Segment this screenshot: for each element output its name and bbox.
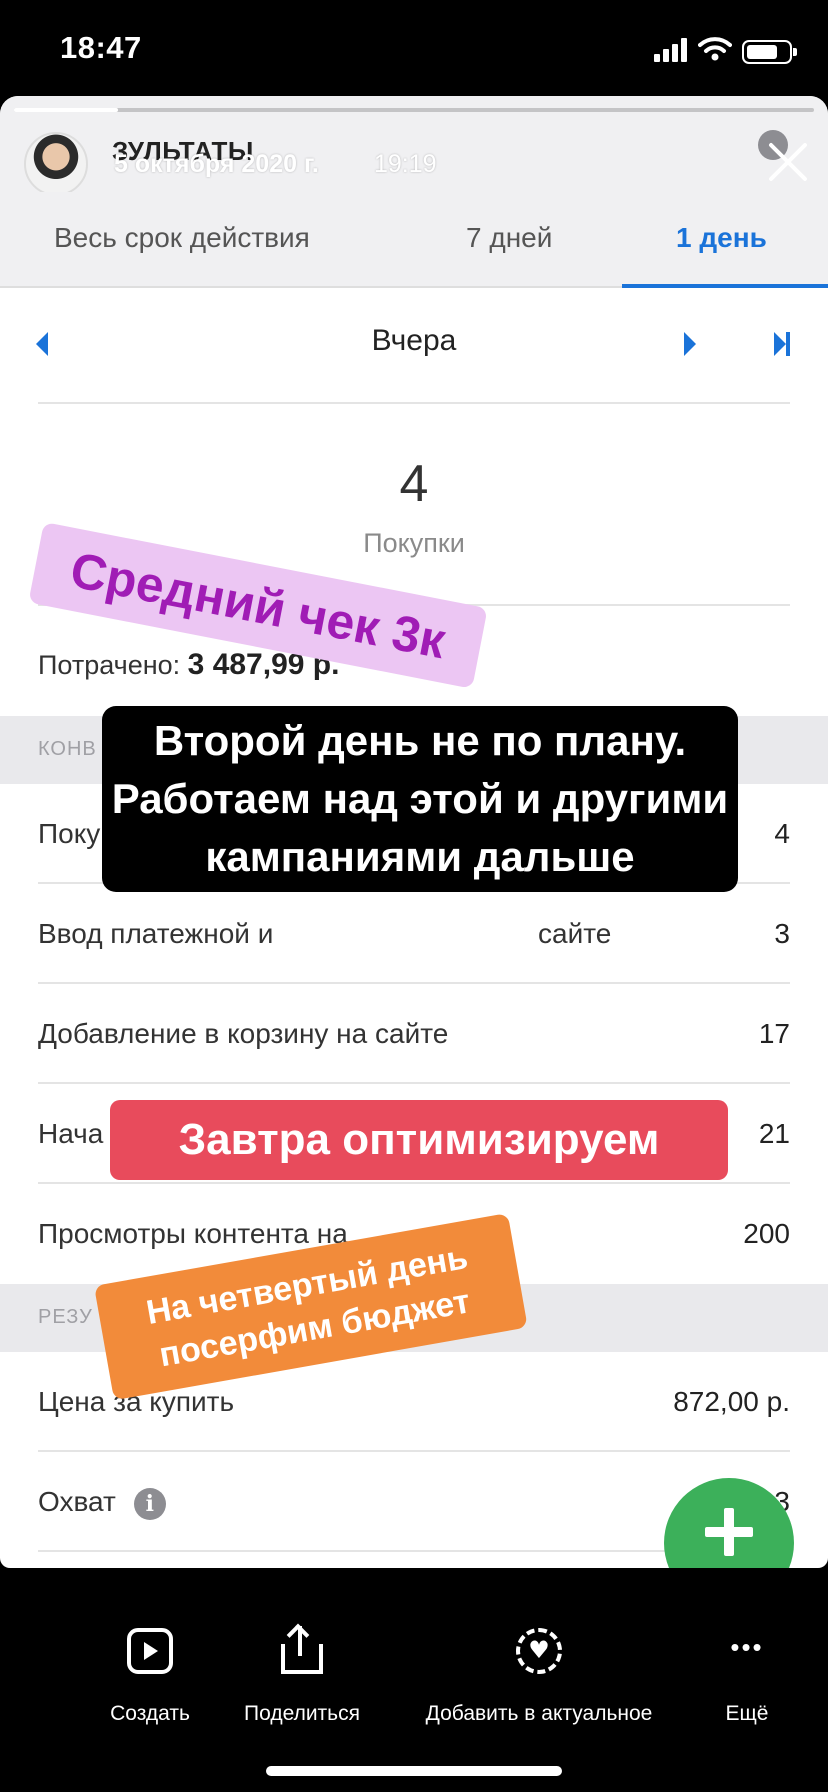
section-conversions-label: КОНВ <box>38 738 97 760</box>
reach-label: Охват <box>38 1486 116 1517</box>
story-header: ЗУЛЬТАТЫ 5 октября 2020 г. 19:19 <box>0 96 828 196</box>
row-name: Добавление в корзину на сайте <box>38 1018 449 1049</box>
more-label: Ещё <box>725 1702 769 1725</box>
section-results-label: РЕЗУ <box>38 1306 93 1328</box>
row-name: Ввод платежной и <box>38 918 274 949</box>
home-indicator <box>266 1766 562 1776</box>
row-name: Просмотры контента на <box>38 1218 348 1249</box>
share-label: Поделиться <box>244 1702 360 1725</box>
purchases-count: 4 <box>399 455 429 513</box>
row-value: 200 <box>743 1218 790 1249</box>
divider <box>38 402 790 404</box>
avatar[interactable] <box>24 132 88 196</box>
tab-1-day[interactable]: 1 день <box>676 222 767 254</box>
next-day-icon[interactable] <box>684 332 696 356</box>
table-row[interactable]: Ввод платежной и сайте 3 <box>38 884 790 984</box>
story-time: 19:19 <box>374 150 437 178</box>
period-tabs: Весь срок действия 7 дней 1 день <box>0 192 828 288</box>
row-value: 4 <box>774 818 790 849</box>
more-button[interactable]: Ещё <box>712 1628 782 1726</box>
status-bar: 18:47 <box>0 0 828 96</box>
create-label: Создать <box>110 1702 190 1725</box>
active-tab-indicator <box>622 284 828 288</box>
row-value: 21 <box>758 1118 790 1149</box>
cellular-signal-icon <box>654 38 687 62</box>
day-navigator: Вчера <box>0 292 828 404</box>
share-icon <box>279 1623 325 1674</box>
close-icon[interactable] <box>766 140 810 184</box>
tab-lifetime[interactable]: Весь срок действия <box>54 222 310 254</box>
tab-7-days[interactable]: 7 дней <box>466 222 552 254</box>
info-icon[interactable]: i <box>133 1487 166 1520</box>
last-day-icon[interactable] <box>774 332 786 356</box>
add-to-highlights-button[interactable]: Добавить в актуальное <box>404 1628 674 1726</box>
last-day-icon-bar <box>786 332 790 356</box>
row-value: 17 <box>758 1018 790 1049</box>
share-button[interactable]: Поделиться <box>234 1623 370 1726</box>
story-progress-bar <box>14 108 814 112</box>
row-name: Нача <box>38 1118 104 1149</box>
wifi-icon <box>698 37 732 61</box>
row-name: Охват i <box>38 1486 166 1520</box>
story-action-bar: Создать Поделиться Добавить в актуальное… <box>0 1568 828 1792</box>
row-name-tail: сайте <box>538 918 612 949</box>
battery-icon <box>742 40 797 64</box>
create-button[interactable]: Создать <box>100 1628 200 1726</box>
add-to-highlights-label: Добавить в актуальное <box>425 1702 653 1725</box>
row-value: 3 <box>774 918 790 949</box>
highlight-heart-icon <box>516 1628 562 1674</box>
day-label: Вчера <box>371 324 457 357</box>
status-time: 18:47 <box>60 30 142 65</box>
story-date: 5 октября 2020 г. <box>114 150 319 178</box>
spent-label: Потрачено: <box>38 650 181 680</box>
sticker-optimize-tomorrow[interactable]: Завтра оптимизируем <box>110 1100 728 1180</box>
sticker-second-day-note[interactable]: Второй день не по плану. Работаем над эт… <box>102 706 738 892</box>
row-value: 872,00 р. <box>673 1386 790 1417</box>
reels-create-icon <box>127 1628 173 1674</box>
story-progress-fill <box>14 108 118 112</box>
table-row[interactable]: Добавление в корзину на сайте 17 <box>38 984 790 1084</box>
more-icon <box>724 1628 770 1674</box>
